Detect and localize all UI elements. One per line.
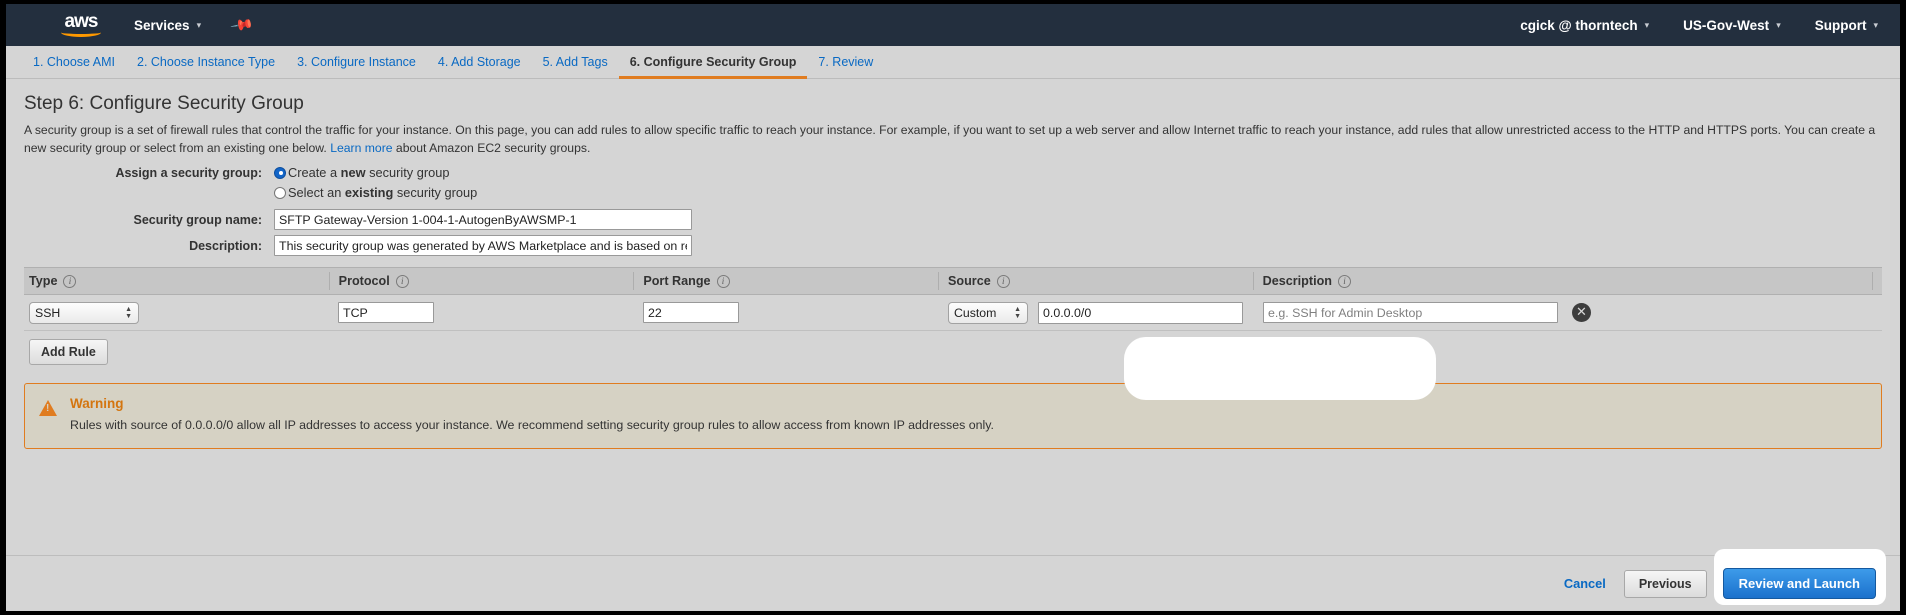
column-header-description: Description i	[1252, 272, 1872, 290]
warning-triangle-icon	[39, 400, 57, 416]
rule-type-select[interactable]: SSHHTTPHTTPSCustom TCP RuleAll traffic	[29, 301, 139, 324]
tab-configure-instance[interactable]: 3. Configure Instance	[286, 55, 427, 79]
info-icon[interactable]: i	[716, 274, 730, 288]
table-row: SSHHTTPHTTPSCustom TCP RuleAll traffic ▲…	[24, 295, 1882, 331]
tab-review[interactable]: 7. Review	[807, 55, 884, 79]
tab-choose-ami[interactable]: 1. Choose AMI	[22, 55, 126, 79]
account-menu[interactable]: cgick @ thorntech ▾	[1520, 18, 1649, 33]
info-icon[interactable]: i	[63, 274, 77, 288]
page-title: Step 6: Configure Security Group	[24, 93, 304, 114]
info-icon[interactable]: i	[395, 274, 409, 288]
rule-source-cell: CustomAnywhereMy IP ▲▼	[939, 301, 1254, 324]
close-circle-icon[interactable]: ✕	[1572, 303, 1591, 322]
rule-description-cell: ✕	[1254, 302, 1874, 323]
assign-security-group-row: Assign a security group: Create a new se…	[24, 165, 1882, 180]
security-group-description-row: Description:	[24, 235, 1882, 256]
cancel-link[interactable]: Cancel	[1564, 576, 1606, 591]
rule-type-select-wrap: SSHHTTPHTTPSCustom TCP RuleAll traffic ▲…	[29, 301, 139, 324]
column-header-port-range-label: Port Range	[643, 274, 711, 288]
warning-text: Rules with source of 0.0.0.0/0 allow all…	[70, 418, 995, 432]
column-header-source: Source i	[938, 272, 1253, 290]
column-header-protocol: Protocol i	[328, 272, 634, 290]
column-header-type: Type i	[24, 272, 329, 290]
services-menu[interactable]: Services ▾	[134, 18, 201, 33]
pushpin-icon[interactable]: 📌	[230, 12, 256, 38]
warning-title: Warning	[70, 396, 124, 411]
rule-type-cell: SSHHTTPHTTPSCustom TCP RuleAll traffic ▲…	[24, 301, 329, 324]
chevron-down-icon: ▾	[1776, 19, 1781, 30]
radio-select-existing-label: Select an existing security group	[288, 185, 478, 200]
page-description-text-1: A security group is a set of firewall ru…	[24, 123, 1876, 155]
account-menu-label: cgick @ thorntech	[1520, 17, 1638, 33]
aws-logo[interactable]: aws	[58, 10, 104, 40]
rules-table-header-row: Type i Protocol i Port Range i Source i …	[24, 267, 1882, 295]
add-rule-button[interactable]: Add Rule	[29, 339, 108, 365]
page-description-text-2: about Amazon EC2 security groups.	[392, 141, 591, 155]
tab-configure-security-group[interactable]: 6. Configure Security Group	[618, 55, 808, 79]
radio-select-existing-security-group[interactable]: Select an existing security group	[274, 185, 477, 200]
security-group-rules-table: Type i Protocol i Port Range i Source i …	[24, 267, 1882, 365]
security-group-name-label: Security group name:	[133, 212, 263, 227]
support-menu-label: Support	[1814, 17, 1867, 33]
column-header-protocol-label: Protocol	[338, 274, 390, 288]
region-menu[interactable]: US-Gov-West ▾	[1683, 18, 1781, 33]
rule-source-cidr-input[interactable]	[1038, 301, 1243, 324]
learn-more-link[interactable]: Learn more	[330, 141, 392, 155]
aws-logo-text: aws	[64, 10, 99, 32]
security-group-name-row: Security group name:	[24, 209, 1882, 230]
warning-body: Warning Rules with source of 0.0.0.0/0 a…	[70, 396, 994, 434]
page-description: A security group is a set of firewall ru…	[24, 121, 1882, 157]
top-navigation-right: cgick @ thorntech ▾ US-Gov-West ▾ Suppor…	[1486, 4, 1900, 46]
info-icon[interactable]: i	[996, 274, 1010, 288]
radio-select-existing-indicator[interactable]	[274, 186, 286, 199]
select-existing-security-group-row: Select an existing security group	[24, 185, 1882, 200]
radio-create-new-indicator[interactable]	[274, 166, 286, 179]
rule-protocol-cell	[329, 302, 634, 323]
services-menu-label: Services	[134, 17, 190, 33]
rule-port-range-cell	[634, 302, 939, 323]
tab-add-storage[interactable]: 4. Add Storage	[427, 55, 532, 79]
previous-button[interactable]: Previous	[1623, 569, 1707, 598]
support-menu[interactable]: Support ▾	[1815, 18, 1878, 33]
wizard-step-tabs: 1. Choose AMI 2. Choose Instance Type 3.…	[6, 46, 1900, 79]
column-header-port-range: Port Range i	[633, 272, 938, 290]
aws-logo-smile-icon	[61, 28, 101, 37]
rule-source-select[interactable]: CustomAnywhereMy IP	[948, 301, 1028, 324]
chevron-down-icon: ▾	[1873, 19, 1878, 30]
tab-add-tags[interactable]: 5. Add Tags	[532, 55, 619, 79]
column-header-type-label: Type	[29, 274, 58, 288]
rule-source-select-wrap: CustomAnywhereMy IP ▲▼	[948, 301, 1028, 324]
column-header-description-label: Description	[1262, 274, 1332, 288]
tab-choose-instance-type[interactable]: 2. Choose Instance Type	[126, 55, 286, 79]
radio-create-new-security-group[interactable]: Create a new security group	[274, 165, 449, 180]
column-header-source-label: Source	[948, 274, 991, 288]
rule-port-range-input[interactable]	[643, 302, 739, 323]
wizard-footer: Cancel Previous Review and Launch	[6, 549, 1900, 611]
rule-description-input[interactable]	[1263, 302, 1558, 323]
add-rule-row: Add Rule	[24, 331, 1882, 365]
region-menu-label: US-Gov-West	[1683, 17, 1770, 33]
info-icon[interactable]: i	[1337, 274, 1351, 288]
radio-create-new-label: Create a new security group	[288, 165, 450, 180]
assign-security-group-label: Assign a security group:	[115, 165, 262, 180]
rule-protocol-input	[338, 302, 434, 323]
chevron-down-icon: ▾	[196, 19, 202, 30]
top-navigation-bar: aws Services ▾ 📌 cgick @ thorntech ▾ US-…	[6, 4, 1900, 46]
security-group-description-input[interactable]	[274, 235, 692, 256]
aws-ec2-launch-wizard: aws Services ▾ 📌 cgick @ thorntech ▾ US-…	[0, 0, 1906, 615]
review-and-launch-button[interactable]: Review and Launch	[1722, 568, 1876, 599]
chevron-down-icon: ▾	[1644, 19, 1650, 30]
security-group-description-label: Description:	[189, 238, 262, 253]
security-group-name-input[interactable]	[274, 209, 692, 230]
main-content: Step 6: Configure Security Group A secur…	[6, 79, 1900, 449]
column-header-actions	[1872, 272, 1882, 290]
warning-panel: Warning Rules with source of 0.0.0.0/0 a…	[24, 383, 1882, 449]
